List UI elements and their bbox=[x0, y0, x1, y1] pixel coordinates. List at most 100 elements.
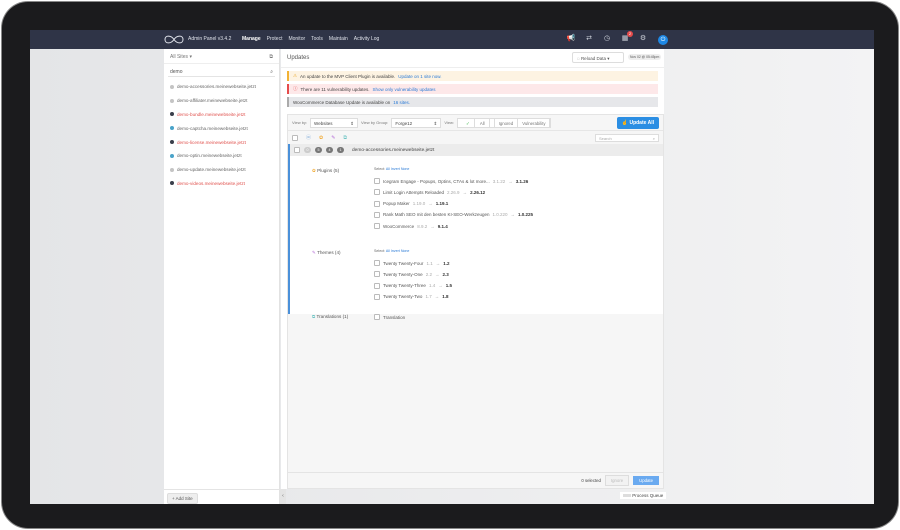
site-list-item[interactable]: demo-bundle.meinewebseite.jetzt bbox=[164, 108, 279, 122]
woocommerce-sites-link[interactable]: 16 sites. bbox=[393, 100, 410, 105]
update-item[interactable]: Icegram Engage - Popups, Optins, CTAs & … bbox=[374, 178, 528, 184]
item-checkbox[interactable] bbox=[374, 282, 380, 289]
new-version: 1.5 bbox=[445, 283, 452, 289]
ignore-button[interactable]: Ignore bbox=[604, 475, 630, 486]
process-queue-button[interactable]: Process Queue bbox=[620, 492, 667, 499]
logo-icon bbox=[164, 35, 184, 44]
clock-icon[interactable]: ◷ bbox=[602, 34, 612, 44]
new-version: 1.8 bbox=[442, 294, 449, 300]
site-name[interactable]: demo-accessories.meinewebseite.jetzt bbox=[352, 148, 434, 153]
item-checkbox[interactable] bbox=[374, 271, 380, 278]
group-select[interactable]: Forge12 ⇕ bbox=[391, 117, 442, 128]
update-item[interactable]: Twenty Twenty-Three 1.4 → 1.5 bbox=[374, 282, 452, 289]
screen: Admin Panel v3.4.2 Manage Protect Monito… bbox=[30, 30, 874, 504]
all-sites-dropdown[interactable]: All Sites ▾ bbox=[170, 54, 192, 60]
site-list-item[interactable]: demo-videos.meinewebseite.jetzt bbox=[164, 177, 279, 191]
site-list-item[interactable]: demo-accessories.meinewebseite.jetzt bbox=[164, 80, 279, 94]
power-icon[interactable]: ⏻ bbox=[658, 35, 668, 45]
update-item[interactable]: WooCommerce 8.9.2 → 9.1.4 bbox=[374, 223, 448, 230]
select-links: Select: All Invert None bbox=[374, 249, 410, 253]
item-checkbox[interactable] bbox=[374, 293, 380, 300]
site-row[interactable]: 0 5 4 1 demo-accessories.meinewebseite.j… bbox=[288, 144, 663, 156]
plugin-filter-icon[interactable]: ✿ bbox=[319, 135, 323, 141]
select-all-checkbox[interactable] bbox=[292, 134, 298, 141]
site-list-item[interactable]: demo-captcha.meinewebseite.jetzt bbox=[164, 121, 279, 135]
arrow-right-icon: → bbox=[508, 178, 513, 184]
theme-filter-icon[interactable]: ✎ bbox=[331, 135, 335, 141]
copy-icon[interactable]: ⧉ bbox=[269, 54, 273, 60]
site-name: demo-license.meinewebseite.jetzt bbox=[177, 139, 246, 145]
nav-tools[interactable]: Tools bbox=[311, 36, 323, 42]
site-checkbox[interactable] bbox=[294, 147, 300, 153]
wordpress-filter-icon[interactable]: ⓦ bbox=[306, 134, 311, 141]
update-item[interactable]: Limit Login Attempts Reloaded 2.26.9 → 2.26… bbox=[374, 189, 485, 196]
item-checkbox[interactable] bbox=[374, 178, 380, 184]
site-status-icon bbox=[170, 153, 174, 158]
nav-protect[interactable]: Protect bbox=[267, 36, 283, 42]
site-list-item[interactable]: demo-optin.meinewebseite.jetzt bbox=[164, 149, 279, 163]
select-all-link[interactable]: All bbox=[386, 249, 390, 253]
current-version: 2.2 bbox=[425, 271, 432, 277]
update-plugin-link[interactable]: Update on 1 site now. bbox=[398, 74, 441, 79]
update-item[interactable]: Twenty Twenty-One 2.2 → 2.3 bbox=[374, 271, 449, 278]
add-site-button[interactable]: + Add Site bbox=[167, 493, 198, 504]
select-invert-link[interactable]: Invert bbox=[391, 167, 400, 171]
site-list-item[interactable]: demo-affiliater.meinewebseite.jetzt bbox=[164, 94, 279, 108]
update-button[interactable]: Update bbox=[633, 476, 659, 485]
nav-manage[interactable]: Manage bbox=[242, 36, 261, 42]
select-invert-link[interactable]: Invert bbox=[391, 249, 400, 253]
item-checkbox[interactable] bbox=[374, 223, 380, 230]
updates-search-input[interactable]: Search ⌕ bbox=[595, 133, 659, 142]
view-ignored-tab[interactable]: Ignored bbox=[495, 118, 519, 127]
view-vulnerability-tab[interactable]: Vulnerability bbox=[518, 118, 551, 127]
view-all-tab[interactable]: ✓ All bbox=[458, 118, 495, 128]
wordpress-count: 0 bbox=[304, 147, 311, 153]
new-version: 3.1.26 bbox=[515, 178, 529, 184]
new-version: 1.2 bbox=[443, 260, 450, 266]
current-version: 1.1 bbox=[426, 260, 433, 266]
site-name: demo-accessories.meinewebseite.jetzt bbox=[177, 84, 256, 90]
show-vulnerabilities-link[interactable]: Show only vulnerability updates bbox=[372, 87, 435, 92]
site-status-icon bbox=[170, 181, 174, 186]
nav-activity-log[interactable]: Activity Log bbox=[354, 36, 380, 42]
vulnerability-alert: ⓘ There are 11 vulnerability updates. Show… bbox=[287, 84, 658, 94]
update-item[interactable]: Twenty Twenty-Two 1.7 → 1.8 bbox=[374, 293, 449, 300]
select-none-link[interactable]: None bbox=[401, 167, 410, 171]
site-list-item[interactable]: demo-update.meinewebseite.jetzt bbox=[164, 163, 279, 177]
translation-filter-icon[interactable]: ⧉ bbox=[343, 135, 347, 141]
new-version: 2.3 bbox=[442, 271, 449, 277]
site-search-input[interactable]: demo ⌕ bbox=[168, 67, 275, 77]
megaphone-icon[interactable]: 📢 bbox=[566, 34, 576, 44]
nav-maintain[interactable]: Maintain bbox=[329, 36, 348, 42]
select-none-link[interactable]: None bbox=[401, 249, 410, 253]
arrow-right-icon: → bbox=[462, 189, 468, 195]
current-version: 8.9.2 bbox=[417, 223, 428, 229]
update-item[interactable]: Translation bbox=[374, 314, 405, 320]
item-checkbox[interactable] bbox=[374, 260, 380, 266]
view-by-select[interactable]: Websites ⇕ bbox=[310, 117, 359, 128]
select-all-link[interactable]: All bbox=[386, 167, 390, 171]
update-item[interactable]: Twenty Twenty-Four 1.1 → 1.2 bbox=[374, 260, 449, 266]
update-all-button[interactable]: ☝ Update All bbox=[616, 116, 659, 129]
update-item[interactable]: Rank Math SEO mit den besten KI-SEO-Werk… bbox=[374, 211, 533, 218]
reload-data-button[interactable]: ◌ Reload Data ▾ bbox=[572, 52, 624, 63]
apps-icon[interactable]: ▦ 2 bbox=[620, 31, 633, 44]
item-checkbox[interactable] bbox=[374, 200, 380, 207]
gear-icon[interactable]: ⚙ bbox=[638, 34, 648, 44]
site-name: demo-captcha.meinewebseite.jetzt bbox=[177, 125, 248, 131]
plugins-group-label: ✿ Plugins (5) bbox=[312, 168, 340, 173]
top-bar: Admin Panel v3.4.2 Manage Protect Monito… bbox=[30, 30, 874, 49]
collapse-sidebar-button[interactable]: ‹ bbox=[280, 489, 286, 504]
item-checkbox[interactable] bbox=[374, 189, 380, 196]
site-status-icon bbox=[170, 84, 174, 89]
item-checkbox[interactable] bbox=[374, 211, 380, 218]
update-item[interactable]: Popup Maker 1.19.0 → 1.19.1 bbox=[374, 200, 448, 207]
page-title: Updates bbox=[287, 55, 310, 61]
item-checkbox[interactable] bbox=[374, 314, 380, 320]
sync-icon[interactable]: ⇄ bbox=[584, 34, 594, 44]
nav-monitor[interactable]: Monitor bbox=[288, 36, 305, 42]
site-status-icon bbox=[170, 126, 174, 131]
site-list-item[interactable]: demo-license.meinewebseite.jetzt bbox=[164, 135, 279, 149]
new-version: 1.0.225 bbox=[517, 212, 533, 218]
site-status-icon bbox=[170, 112, 174, 117]
